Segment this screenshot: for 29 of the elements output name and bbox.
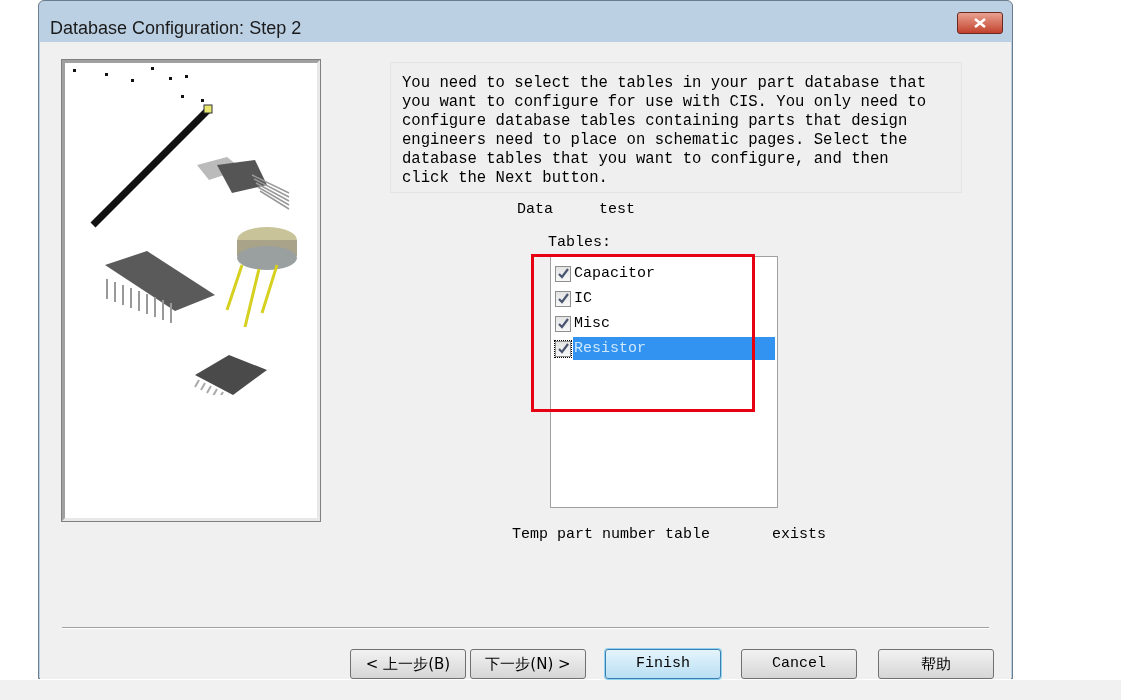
table-name: Misc	[573, 314, 610, 334]
dialog-button[interactable]: Finish	[605, 649, 721, 679]
table-name: IC	[573, 289, 592, 309]
table-list-item[interactable]: Misc	[555, 311, 777, 336]
dialog-button[interactable]: Cancel	[741, 649, 857, 679]
instructions-text: You need to select the tables in your part database that you want to configure for use with CIS. You only need to configure database tables containing parts that design engineers need to place on schematic pages. Select the database tables that you want to configure, and then click the Next button.	[390, 62, 962, 193]
checkmark-icon	[557, 268, 569, 279]
close-button[interactable]	[957, 12, 1003, 34]
wizard-nav-button[interactable]: < 上一步(B)	[350, 649, 466, 679]
data-source-value: test	[599, 200, 636, 220]
wizard-nav-button[interactable]: 下一步(N) >	[470, 649, 586, 679]
checkbox[interactable]	[555, 290, 571, 307]
dialog-button[interactable]: 帮助	[878, 649, 994, 679]
window-title: Database Configuration: Step 2	[50, 17, 302, 40]
checkmark-icon	[557, 343, 569, 354]
temp-table-status: exists	[772, 525, 827, 545]
checkmark-icon	[557, 318, 569, 329]
tables-label: Tables:	[548, 232, 611, 253]
close-icon	[974, 18, 986, 28]
table-list-item[interactable]: Capacitor	[555, 261, 777, 286]
table-name: Capacitor	[573, 264, 655, 284]
checkmark-icon	[557, 293, 569, 304]
temp-table-label: Temp part number table	[512, 525, 711, 545]
table-list-item[interactable]: IC	[555, 286, 777, 311]
data-source-label: Data	[517, 200, 553, 220]
checkbox[interactable]	[555, 265, 571, 282]
checkbox[interactable]	[555, 340, 571, 357]
table-name: Resistor	[573, 337, 775, 360]
checkbox[interactable]	[555, 315, 571, 332]
